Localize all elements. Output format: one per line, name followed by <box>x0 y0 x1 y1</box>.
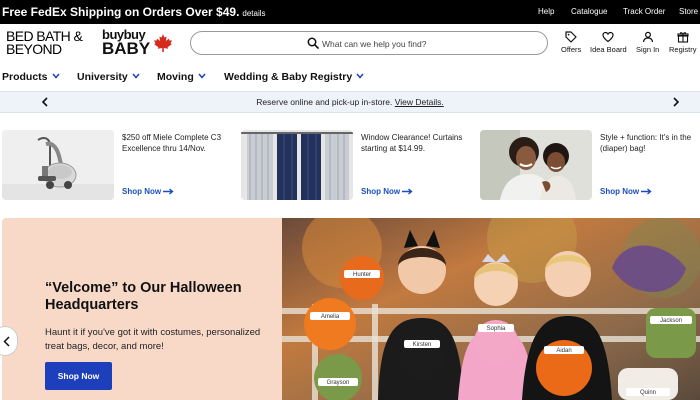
shop-now-link[interactable]: Shop Now <box>122 187 174 196</box>
treat-bag: Jackson <box>646 308 696 358</box>
help-link[interactable]: Help <box>538 7 554 16</box>
top-promo-bar: Free FedEx Shipping on Orders Over $49. d… <box>0 0 700 24</box>
treat-bag: Quinn <box>618 368 678 400</box>
user-icon <box>642 31 653 43</box>
view-details-link[interactable]: View Details. <box>395 97 444 107</box>
shop-now-label: Shop Now <box>600 187 640 196</box>
promo-details-link[interactable]: details <box>242 9 265 18</box>
search-bar[interactable] <box>190 31 548 55</box>
arrow-right-icon <box>402 188 413 195</box>
idea-board-label: Idea Board <box>590 45 627 54</box>
treat-bag: Aidan <box>536 340 592 396</box>
track-order-link[interactable]: Track Order <box>623 7 665 16</box>
chevron-down-icon <box>51 73 60 79</box>
bed-bath-beyond-logo[interactable]: BED BATH & BEYOND <box>6 29 92 57</box>
card-text: Window Clearance! Curtains starting at $… <box>361 133 463 153</box>
nav-item-label: Products <box>2 71 48 83</box>
store-link[interactable]: Store <box>679 7 698 16</box>
offers-label: Offers <box>561 45 582 54</box>
treat-bag: Hunter <box>340 256 384 300</box>
bag-name: Sophia <box>487 326 506 332</box>
halloween-hero-banner: “Velcome” to Our Halloween Headquarters … <box>0 218 700 400</box>
arrow-right-icon <box>163 188 174 195</box>
chevron-down-icon <box>132 73 140 79</box>
bag-name: Kirsten <box>413 342 432 348</box>
hero-title: “Velcome” to Our Halloween Headquarters <box>45 280 242 313</box>
maple-leaf-icon <box>154 34 172 52</box>
search-icon[interactable] <box>307 37 319 49</box>
halloween-kids-photo: Hunter Amelia Sophia Kirsten Aidan Jacks… <box>282 218 700 400</box>
gift-icon <box>677 32 689 43</box>
card-text: $250 off Miele Complete C3 Excellence th… <box>122 133 222 153</box>
nav-item-registry[interactable]: Wedding & Baby Registry <box>224 71 364 83</box>
nav-item-university[interactable]: University <box>77 71 140 83</box>
pickup-message: Reserve online and pick-up in-store. Vie… <box>0 97 700 107</box>
registry-label: Registry <box>669 45 697 54</box>
idea-board-button[interactable]: Idea Board <box>590 31 627 54</box>
bag-name: Jackson <box>660 318 682 324</box>
curtains-image <box>241 130 353 200</box>
mother-child-image <box>480 130 592 200</box>
card-text: Style + function: It's in the (diaper) b… <box>600 133 692 153</box>
hero-text-panel: “Velcome” to Our Halloween Headquarters … <box>2 218 282 400</box>
main-nav: Products University Moving Wedding & Bab… <box>0 66 700 88</box>
chevron-down-icon <box>198 73 206 79</box>
shop-now-label: Shop Now <box>122 187 162 196</box>
treat-bag: Amelia <box>304 298 356 350</box>
sign-in-button[interactable]: Sign In <box>636 31 659 54</box>
bag-name: Quinn <box>640 390 656 396</box>
registry-button[interactable]: Registry <box>669 31 697 54</box>
nav-item-label: Moving <box>157 71 194 83</box>
nav-item-moving[interactable]: Moving <box>157 71 206 83</box>
treat-bag: Kirsten <box>400 336 444 380</box>
hero-shop-now-button[interactable]: Shop Now <box>45 362 112 390</box>
offers-button[interactable]: Offers <box>561 31 581 54</box>
logo-line-2: BEYOND <box>6 41 62 57</box>
sign-in-label: Sign In <box>636 45 660 54</box>
pickup-text: Reserve online and pick-up in-store. <box>256 97 393 107</box>
nav-item-label: Wedding & Baby Registry <box>224 71 353 83</box>
shop-now-link[interactable]: Shop Now <box>600 187 652 196</box>
vacuum-image <box>2 130 114 200</box>
chevron-down-icon <box>356 73 364 79</box>
shop-now-link[interactable]: Shop Now <box>361 187 413 196</box>
bag-name: Grayson <box>327 380 350 386</box>
catalogue-link[interactable]: Catalogue <box>571 7 607 16</box>
treat-bag: Grayson <box>314 354 362 400</box>
treat-bag: Sophia <box>474 320 518 364</box>
heart-icon <box>602 31 614 43</box>
chevron-left-icon <box>3 336 10 347</box>
nav-item-products[interactable]: Products <box>2 71 60 83</box>
hero-body: Haunt it if you've got it with costumes,… <box>45 327 261 352</box>
tag-icon <box>565 31 577 43</box>
shipping-promo: Free FedEx Shipping on Orders Over $49. d… <box>2 5 266 19</box>
baby-logo-line-2: BABY <box>102 39 151 58</box>
bag-name: Amelia <box>321 314 340 320</box>
bag-name: Hunter <box>353 272 371 278</box>
arrow-right-icon <box>641 188 652 195</box>
buybuy-baby-logo[interactable]: buybuy BABY <box>102 28 151 58</box>
shipping-promo-text: Free FedEx Shipping on Orders Over $49. <box>2 5 240 19</box>
bag-name: Aidan <box>556 348 571 354</box>
search-input[interactable] <box>322 36 522 51</box>
chevron-right-icon[interactable] <box>670 96 682 108</box>
shop-now-label: Shop Now <box>361 187 401 196</box>
nav-item-label: University <box>77 71 128 83</box>
pickup-banner: Reserve online and pick-up in-store. Vie… <box>0 91 700 113</box>
